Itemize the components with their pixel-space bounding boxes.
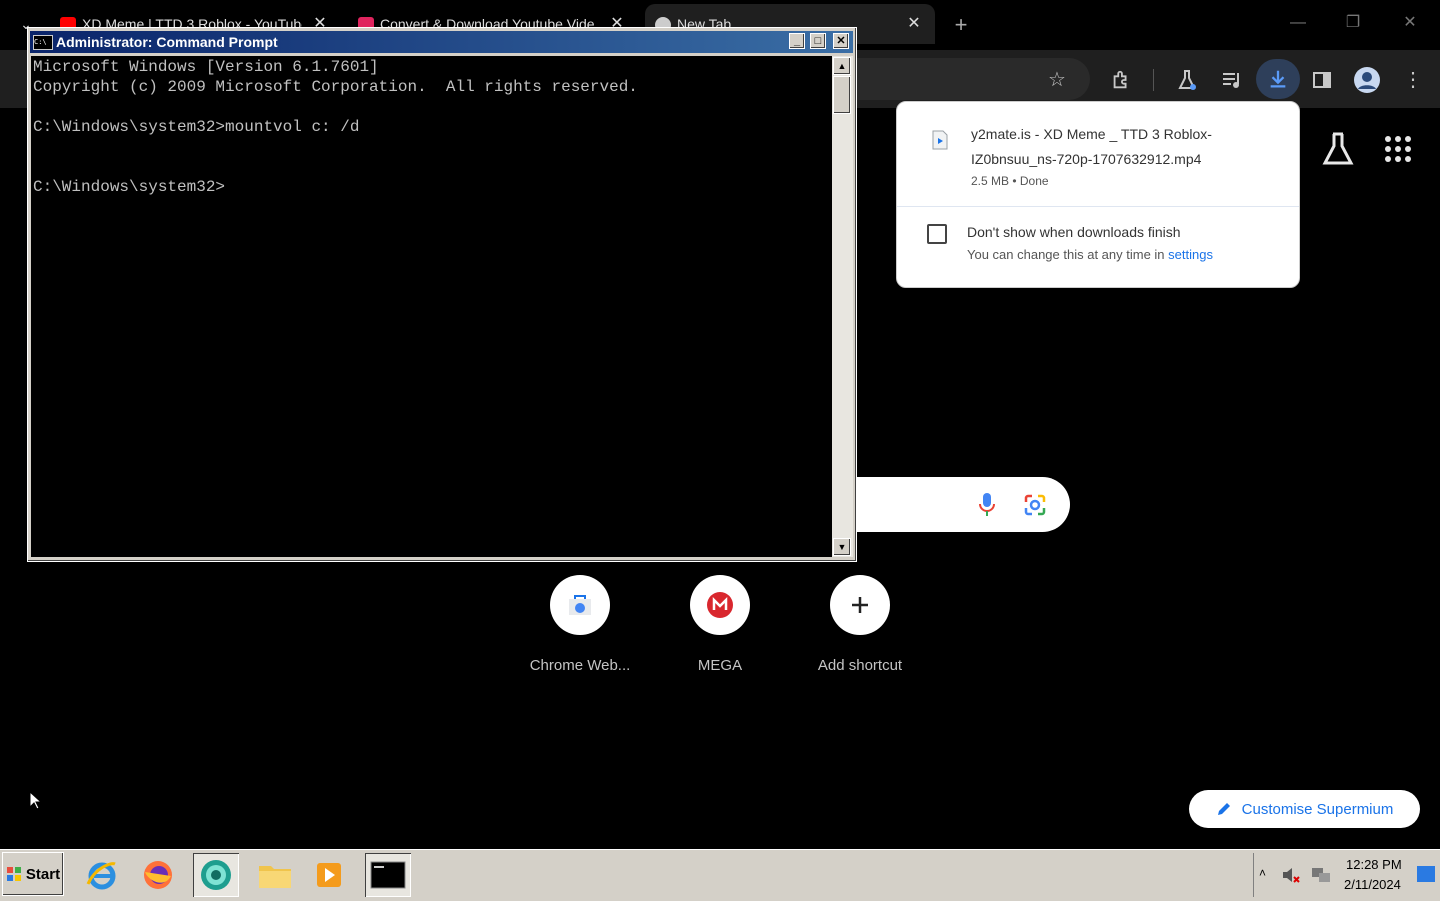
cmd-maximize-button[interactable]: □ <box>810 33 826 49</box>
start-label: Start <box>25 865 61 883</box>
start-button[interactable]: Start <box>2 852 64 896</box>
profile-avatar-icon[interactable] <box>1351 64 1383 96</box>
dont-show-label: Don't show when downloads finish <box>967 224 1181 240</box>
scroll-down-icon[interactable]: ▼ <box>833 538 851 556</box>
mouse-cursor-icon <box>29 790 43 815</box>
scroll-thumb[interactable] <box>833 76 851 114</box>
download-status: 2.5 MB • Done <box>971 174 1049 188</box>
cmd-title: Administrator: Command Prompt <box>56 34 278 50</box>
plus-icon <box>830 575 890 635</box>
scroll-up-icon[interactable]: ▲ <box>833 57 851 75</box>
cmd-minimize-button[interactable]: _ <box>789 33 805 49</box>
pencil-icon <box>1217 803 1230 815</box>
close-window-icon[interactable]: ✕ <box>1390 8 1430 38</box>
download-file-name[interactable]: y2mate.is - XD Meme _ TTD 3 Roblox-IZ0bn… <box>971 122 1271 172</box>
search-box[interactable] <box>850 477 1070 532</box>
more-menu-icon[interactable]: ⋮ <box>1397 64 1429 96</box>
new-tab-button[interactable]: + <box>948 12 974 38</box>
chrome-web-store-icon <box>550 575 610 635</box>
cmd-scrollbar[interactable]: ▲ ▼ <box>832 56 853 557</box>
mega-icon <box>690 575 750 635</box>
divider <box>897 206 1299 207</box>
labs-icon[interactable] <box>1171 64 1203 96</box>
file-icon <box>931 130 949 150</box>
labs-icon[interactable] <box>1322 131 1354 167</box>
shortcut-label: Chrome Web... <box>529 657 631 674</box>
restore-window-icon[interactable]: ❐ <box>1333 8 1373 38</box>
google-apps-icon[interactable] <box>1385 136 1411 162</box>
network-icon[interactable] <box>1310 864 1332 891</box>
settings-hint: You can change this at any time in setti… <box>967 247 1213 262</box>
clock-time[interactable]: 12:28 PM <box>1346 857 1402 872</box>
media-player-icon[interactable] <box>306 853 352 897</box>
google-lens-icon[interactable] <box>1023 493 1047 522</box>
windows-logo-icon <box>6 867 21 881</box>
shortcut-chrome-web-store[interactable]: Chrome Web... <box>520 575 640 674</box>
extensions-icon[interactable] <box>1105 64 1137 96</box>
customise-button[interactable]: Customise Supermium <box>1189 790 1420 828</box>
cmd-titlebar[interactable]: C:\ Administrator: Command Prompt _ □ ✕ <box>30 31 853 53</box>
console-line: Copyright (c) 2009 Microsoft Corporation… <box>33 78 638 96</box>
volume-muted-icon[interactable] <box>1281 865 1301 890</box>
close-tab-icon[interactable]: ✕ <box>904 14 924 34</box>
toolbar-divider <box>1153 69 1154 91</box>
show-hidden-icons[interactable]: ˄ <box>1259 866 1266 880</box>
downloads-button[interactable] <box>1256 59 1300 99</box>
firefox-icon[interactable] <box>135 853 181 897</box>
microphone-icon[interactable] <box>978 492 996 523</box>
internet-explorer-icon[interactable] <box>79 853 125 897</box>
customise-label: Customise Supermium <box>1241 800 1394 818</box>
media-controls-icon[interactable] <box>1216 64 1248 96</box>
bookmark-star-icon[interactable]: ☆ <box>1041 64 1073 96</box>
dont-show-checkbox[interactable] <box>927 224 947 244</box>
minimize-window-icon[interactable]: — <box>1278 8 1318 38</box>
clock-date[interactable]: 2/11/2024 <box>1344 877 1401 892</box>
console-line: Microsoft Windows [Version 6.1.7601] <box>33 58 379 76</box>
shortcut-add[interactable]: Add shortcut <box>800 575 920 674</box>
side-panel-icon[interactable] <box>1306 64 1338 96</box>
cmd-taskbar-icon[interactable] <box>365 853 411 897</box>
shortcut-label: Add shortcut <box>817 657 903 674</box>
settings-hint-text: You can change this at any time in <box>967 247 1169 262</box>
shortcut-mega[interactable]: MEGA <box>660 575 780 674</box>
supermium-icon[interactable] <box>193 853 239 897</box>
settings-link[interactable]: settings <box>1168 247 1213 262</box>
folder-icon[interactable] <box>252 853 298 897</box>
show-desktop-icon[interactable] <box>1417 866 1435 882</box>
shortcut-label: MEGA <box>697 657 743 674</box>
console-prompt: C:\Windows\system32> <box>33 178 226 196</box>
cmd-close-button[interactable]: ✕ <box>833 33 849 49</box>
cmd-icon: C:\ <box>33 35 53 50</box>
console-line: C:\Windows\system32>mountvol c: /d <box>33 118 360 136</box>
